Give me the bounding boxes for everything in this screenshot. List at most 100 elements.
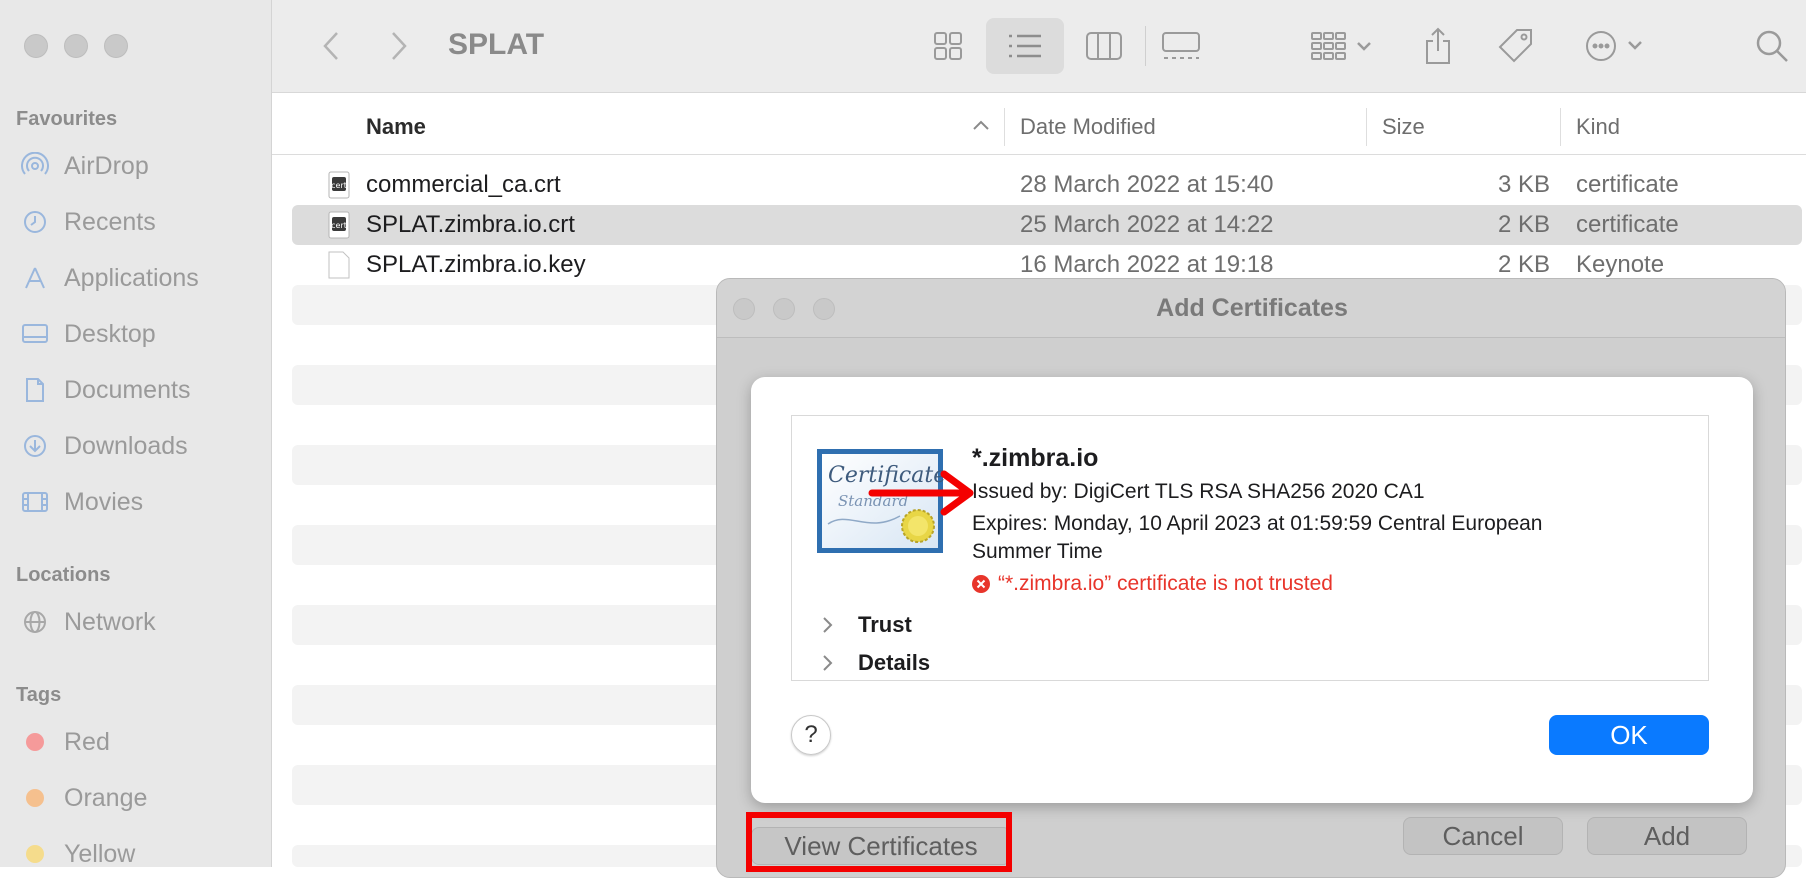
icon-view-button[interactable] <box>928 24 968 68</box>
sidebar-item-network[interactable]: Network <box>20 602 260 642</box>
film-icon <box>20 487 50 517</box>
sidebar-item-label: Recents <box>64 207 156 236</box>
chevron-left-icon <box>323 32 338 60</box>
sidebar-item-applications[interactable]: Applications <box>20 258 260 298</box>
chevron-right-icon <box>823 655 833 671</box>
minimize-window-button[interactable] <box>64 34 88 58</box>
file-row[interactable]: cert commercial_ca.crt 28 March 2022 at … <box>292 165 1802 205</box>
add-button[interactable]: Add <box>1587 817 1747 855</box>
column-header-size[interactable]: Size <box>1382 114 1425 140</box>
annotation-highlight-box <box>746 812 1012 872</box>
window-title: SPLAT <box>448 28 545 61</box>
sidebar-item-desktop[interactable]: Desktop <box>20 314 260 354</box>
file-date: 16 March 2022 at 19:18 <box>1020 251 1274 278</box>
column-header-name[interactable]: Name <box>366 114 426 140</box>
error-icon <box>972 575 990 593</box>
share-button[interactable] <box>1420 24 1456 68</box>
file-date: 28 March 2022 at 15:40 <box>1020 171 1274 198</box>
file-name: SPLAT.zimbra.io.key <box>366 251 586 278</box>
file-name: commercial_ca.crt <box>366 171 561 198</box>
sidebar-item-label: Network <box>64 607 156 636</box>
locations-heading: Locations <box>16 564 111 586</box>
column-view-button[interactable] <box>1082 24 1126 68</box>
details-label: Details <box>858 650 931 675</box>
sidebar-item-movies[interactable]: Movies <box>20 482 260 522</box>
sidebar-item-label: Yellow <box>64 839 136 868</box>
tag-dot <box>26 845 44 863</box>
tag-icon <box>1498 29 1532 63</box>
list-icon <box>1009 34 1041 58</box>
certificate-expiry-line1: Expires: Monday, 10 April 2023 at 01:59:… <box>972 512 1543 535</box>
sidebar-item-documents[interactable]: Documents <box>20 370 260 410</box>
back-button[interactable] <box>316 24 346 68</box>
sort-ascending-icon <box>972 118 990 136</box>
grid-icon <box>934 32 962 60</box>
forward-button[interactable] <box>384 24 414 68</box>
tag-dot <box>26 733 44 751</box>
sidebar: Favourites AirDrop Recents Applications … <box>0 0 272 868</box>
more-actions-button[interactable] <box>1584 24 1648 68</box>
dialog-titlebar: Add Certificates <box>717 279 1785 338</box>
certificate-name: *.zimbra.io <box>972 444 1099 472</box>
file-row-selected[interactable]: cert SPLAT.zimbra.io.crt 25 March 2022 a… <box>292 205 1802 245</box>
column-header-kind[interactable]: Kind <box>1576 114 1620 140</box>
cancel-button[interactable]: Cancel <box>1403 817 1563 855</box>
close-window-button[interactable] <box>24 34 48 58</box>
zoom-window-button[interactable] <box>104 34 128 58</box>
sidebar-item-label: Movies <box>64 487 144 516</box>
file-size: 2 KB <box>1497 211 1550 238</box>
blank-file-icon <box>328 251 350 286</box>
column-header-date-modified[interactable]: Date Modified <box>1020 114 1156 140</box>
certificate-warning-text: “*.zimbra.io” certificate is not trusted <box>998 572 1333 595</box>
toolbar: SPLAT <box>272 0 1806 93</box>
gallery-icon <box>1162 32 1200 59</box>
download-icon <box>20 431 50 461</box>
sidebar-item-recents[interactable]: Recents <box>20 202 260 242</box>
file-kind: certificate <box>1576 171 1679 198</box>
applications-icon <box>20 263 50 293</box>
sidebar-item-tag-orange[interactable]: Orange <box>20 778 260 818</box>
share-icon <box>1426 27 1450 64</box>
certificate-expiry-line2: Summer Time <box>972 540 1103 563</box>
ok-button[interactable]: OK <box>1549 715 1709 755</box>
file-kind: Keynote <box>1576 251 1665 278</box>
svg-text:cert: cert <box>331 221 347 230</box>
tags-heading: Tags <box>16 684 62 706</box>
sidebar-item-label: Desktop <box>64 319 156 348</box>
sidebar-item-tag-red[interactable]: Red <box>20 722 260 762</box>
list-view-button[interactable] <box>986 18 1064 74</box>
annotation-arrow <box>868 468 978 523</box>
sidebar-item-label: Documents <box>64 375 191 404</box>
document-icon <box>20 375 50 405</box>
favourites-heading: Favourites <box>16 108 118 130</box>
sidebar-item-downloads[interactable]: Downloads <box>20 426 260 466</box>
sidebar-item-label: Applications <box>64 263 199 292</box>
certificate-details-box: Certificate Standard *.zimbra.io Issued … <box>791 415 1709 681</box>
details-disclosure[interactable]: Details <box>822 650 930 676</box>
certificate-file-icon: cert <box>328 211 350 246</box>
sidebar-item-airdrop[interactable]: AirDrop <box>20 146 260 186</box>
sidebar-item-label: Downloads <box>64 431 188 460</box>
group-by-button[interactable] <box>1308 24 1378 68</box>
tags-button[interactable] <box>1494 24 1538 68</box>
tag-dot <box>26 789 44 807</box>
search-button[interactable] <box>1752 24 1792 68</box>
airdrop-icon <box>20 151 50 181</box>
columns-icon <box>1086 32 1122 60</box>
dialog-title: Add Certificates <box>1156 294 1348 322</box>
certificate-issuer: Issued by: DigiCert TLS RSA SHA256 2020 … <box>972 480 1425 503</box>
sidebar-item-label: AirDrop <box>64 151 149 180</box>
ellipsis-circle-icon <box>1586 31 1642 61</box>
certificate-sheet: Certificate Standard *.zimbra.io Issued … <box>751 377 1753 803</box>
list-header: Name Date Modified Size Kind <box>272 100 1806 155</box>
gallery-view-button[interactable] <box>1158 24 1204 68</box>
sidebar-item-label: Orange <box>64 783 148 812</box>
sidebar-item-tag-yellow[interactable]: Yellow <box>20 834 260 874</box>
clock-icon <box>20 207 50 237</box>
file-date: 25 March 2022 at 14:22 <box>1020 211 1274 238</box>
chevron-right-icon <box>823 617 833 633</box>
trust-label: Trust <box>858 612 912 637</box>
certificate-file-icon: cert <box>328 171 350 206</box>
trust-disclosure[interactable]: Trust <box>822 612 912 638</box>
help-button[interactable]: ? <box>791 715 831 755</box>
